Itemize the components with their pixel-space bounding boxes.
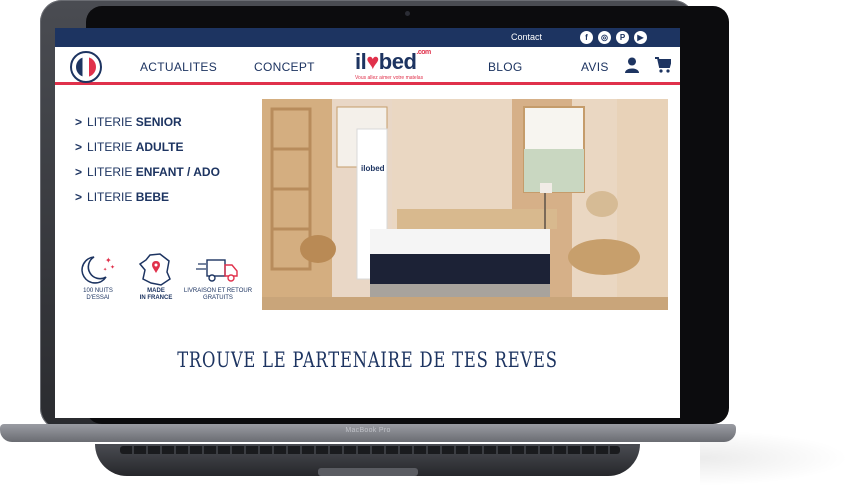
feature-label: LIVRAISON ET RETOUR	[183, 288, 253, 294]
made-in-france-badge[interactable]	[70, 51, 102, 83]
flag-icon	[76, 57, 96, 77]
feature-label: GRATUITS	[203, 295, 233, 301]
menu-item-label: BEBE	[135, 190, 170, 204]
svg-text:✦: ✦	[103, 267, 107, 273]
feature-delivery: LIVRAISON ET RETOUR GRATUITS	[183, 252, 253, 302]
logo-suffix: .com	[416, 49, 431, 56]
device-label: MacBook Pro	[345, 427, 391, 434]
main-nav: ACTUALITES CONCEPT il♥bed.com Vous allez…	[55, 47, 680, 85]
chevron-right-icon: >	[75, 190, 83, 204]
menu-item-adulte[interactable]: > LITERIE ADULTE	[75, 140, 220, 165]
logo-text: il♥bed.com	[355, 49, 431, 75]
pinterest-icon[interactable]: P	[616, 31, 629, 44]
nav-avis[interactable]: AVIS	[581, 60, 609, 74]
hero-image: ilobed	[262, 99, 668, 310]
facebook-icon[interactable]: f	[580, 31, 593, 44]
moon-stars-icon: ✦ ✦ ✦	[81, 256, 115, 284]
laptop-mockup: MacBook Pro Contact f ◎ P ▶ ACTUALITES C…	[0, 0, 862, 491]
logo-tagline: Vous allez aimer votre matelas	[355, 75, 424, 81]
feature-list: ✦ ✦ ✦ 100 NUITS D'ESSAI MADE IN FRANCE L…	[63, 252, 253, 312]
instagram-icon[interactable]: ◎	[598, 31, 611, 44]
page-headline: TROUVE LE PARTENAIRE DE TES REVES	[177, 348, 558, 372]
menu-item-prefix: LITERIE	[87, 190, 136, 204]
nav-concept[interactable]: CONCEPT	[254, 60, 315, 74]
menu-item-bebe[interactable]: > LITERIE BEBE	[75, 190, 220, 215]
menu-item-enfant-ado[interactable]: > LITERIE ENFANT / ADO	[75, 165, 220, 190]
youtube-icon[interactable]: ▶	[634, 31, 647, 44]
france-map-icon	[138, 253, 171, 286]
logo-text-after: bed	[378, 49, 417, 74]
contact-link[interactable]: Contact	[511, 32, 542, 42]
svg-text:✦: ✦	[110, 264, 115, 271]
top-bar: Contact f ◎ P ▶	[55, 28, 680, 47]
chevron-right-icon: >	[75, 140, 83, 154]
box-logo: ilobed	[361, 164, 385, 173]
logo-text-before: il	[355, 49, 367, 74]
feature-made-in-france: MADE IN FRANCE	[121, 252, 191, 302]
menu-item-label: ENFANT / ADO	[135, 165, 220, 179]
chevron-right-icon: >	[75, 115, 83, 129]
bedroom-photo: ilobed	[262, 99, 668, 310]
menu-item-label: ADULTE	[135, 140, 184, 154]
menu-item-senior[interactable]: > LITERIE SENIOR	[75, 115, 220, 140]
chevron-right-icon: >	[75, 165, 83, 179]
keyboard-keys	[120, 446, 620, 454]
menu-item-label: SENIOR	[135, 115, 182, 129]
cart-icon[interactable]	[655, 57, 671, 73]
trackpad-notch	[318, 468, 418, 476]
site-logo[interactable]: il♥bed.com Vous allez aimer votre matela…	[355, 49, 433, 81]
svg-text:✦: ✦	[105, 256, 112, 265]
nav-actualites[interactable]: ACTUALITES	[140, 60, 217, 74]
heart-icon: ♥	[366, 49, 379, 74]
user-icon[interactable]	[625, 57, 639, 73]
website-screen: Contact f ◎ P ▶ ACTUALITES CONCEPT il♥be…	[55, 28, 680, 418]
menu-item-prefix: LITERIE	[87, 165, 136, 179]
nav-blog[interactable]: BLOG	[488, 60, 523, 74]
menu-item-prefix: LITERIE	[87, 140, 136, 154]
feature-label: IN FRANCE	[139, 295, 173, 301]
category-menu: > LITERIE SENIOR > LITERIE ADULTE > LITERIE…	[75, 115, 220, 215]
camera-icon	[405, 11, 410, 16]
menu-item-prefix: LITERIE	[87, 115, 136, 129]
feature-label: MADE	[147, 288, 165, 294]
delivery-truck-icon	[196, 259, 238, 282]
